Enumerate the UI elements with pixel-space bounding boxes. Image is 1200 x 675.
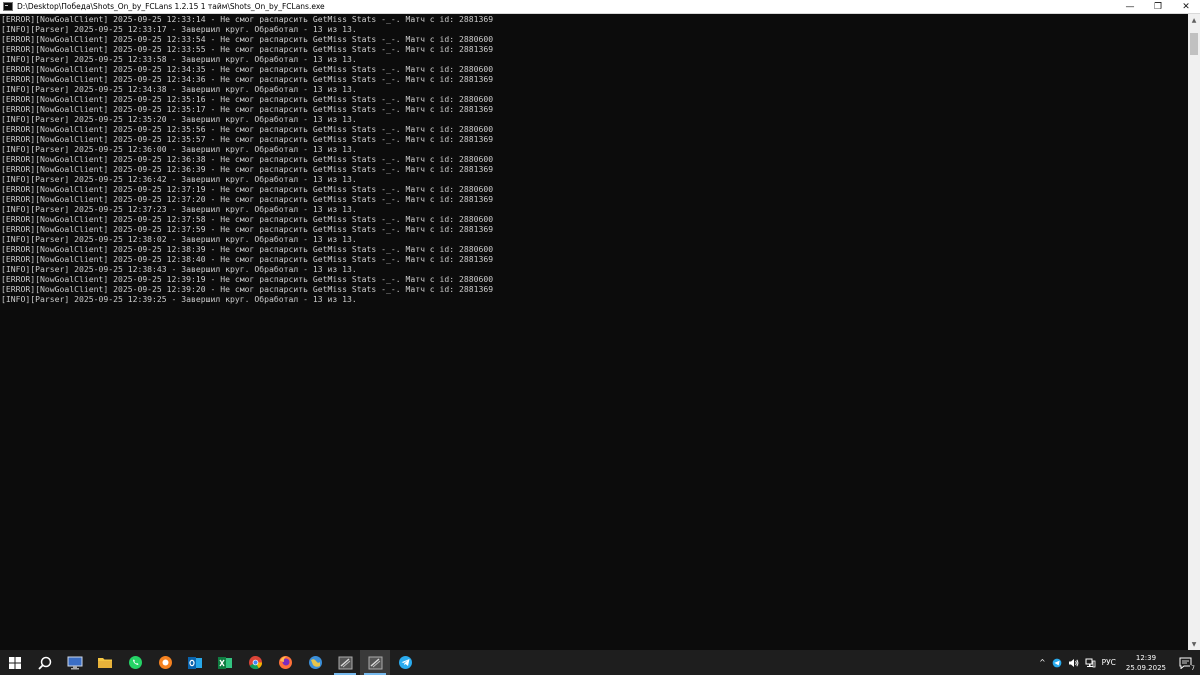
console-log-line: [ERROR][NowGoalClient] 2025-09-25 12:39:…	[1, 274, 494, 284]
console-log-line: [ERROR][NowGoalClient] 2025-09-25 12:36:…	[1, 164, 494, 174]
volume-icon[interactable]	[1065, 650, 1082, 675]
scroll-thumb[interactable]	[1190, 33, 1198, 55]
console-log-line: [ERROR][NowGoalClient] 2025-09-25 12:35:…	[1, 124, 494, 134]
notification-center-icon[interactable]: 7	[1173, 650, 1200, 675]
console-log-line: [ERROR][NowGoalClient] 2025-09-25 12:37:…	[1, 214, 494, 224]
console-log-line: [ERROR][NowGoalClient] 2025-09-25 12:35:…	[1, 94, 494, 104]
console-log-line: [INFO][Parser] 2025-09-25 12:35:20 - Зав…	[1, 114, 357, 124]
console-log-line: [ERROR][NowGoalClient] 2025-09-25 12:38:…	[1, 254, 494, 264]
minimize-button[interactable]: —	[1116, 0, 1144, 14]
tray-chevron-up-icon[interactable]: ^	[1036, 650, 1048, 675]
console-app-icon[interactable]	[330, 650, 360, 675]
console-log-line: [ERROR][NowGoalClient] 2025-09-25 12:38:…	[1, 244, 494, 254]
remote-desktop-icon[interactable]	[60, 650, 90, 675]
console-log-line: [INFO][Parser] 2025-09-25 12:39:25 - Зав…	[1, 294, 357, 304]
console-log-line: [INFO][Parser] 2025-09-25 12:37:23 - Зав…	[1, 204, 357, 214]
window-title: D:\Desktop\Победа\Shots_On_by_FCLans 1.2…	[17, 2, 325, 11]
console-log-line: [ERROR][NowGoalClient] 2025-09-25 12:37:…	[1, 194, 494, 204]
console-log-line: [ERROR][NowGoalClient] 2025-09-25 12:33:…	[1, 34, 494, 44]
windows-start-icon[interactable]	[0, 650, 30, 675]
system-tray: ^ РУС 12:39 25.09.2025 7	[1036, 650, 1200, 675]
firefox-icon[interactable]	[270, 650, 300, 675]
console-log-line: [INFO][Parser] 2025-09-25 12:36:00 - Зав…	[1, 144, 357, 154]
console-app-icon	[3, 2, 13, 11]
console-output[interactable]: [ERROR][NowGoalClient] 2025-09-25 12:33:…	[0, 14, 1188, 650]
console-log-line: [INFO][Parser] 2025-09-25 12:38:43 - Зав…	[1, 264, 357, 274]
input-language-indicator[interactable]: РУС	[1099, 650, 1119, 675]
notification-count-badge: 7	[1190, 665, 1196, 672]
console-log-line: [INFO][Parser] 2025-09-25 12:34:38 - Зав…	[1, 84, 357, 94]
taskbar: ^ РУС 12:39 25.09.2025 7	[0, 650, 1200, 675]
network-icon[interactable]	[1082, 650, 1099, 675]
window-controls: — ❐ ✕	[1116, 0, 1200, 14]
console-log-line: [ERROR][NowGoalClient] 2025-09-25 12:37:…	[1, 184, 494, 194]
excel-icon[interactable]	[210, 650, 240, 675]
search-icon[interactable]	[30, 650, 60, 675]
console-log-line: [INFO][Parser] 2025-09-25 12:36:42 - Зав…	[1, 174, 357, 184]
maximize-button[interactable]: ❐	[1144, 0, 1172, 14]
console-log-line: [ERROR][NowGoalClient] 2025-09-25 12:33:…	[1, 14, 494, 24]
clock-date: 25.09.2025	[1125, 663, 1166, 672]
clock-time: 12:39	[1135, 653, 1157, 662]
console-log-line: [ERROR][NowGoalClient] 2025-09-25 12:33:…	[1, 44, 494, 54]
console-log-line: [INFO][Parser] 2025-09-25 12:38:02 - Зав…	[1, 234, 357, 244]
console-log-line: [ERROR][NowGoalClient] 2025-09-25 12:35:…	[1, 104, 494, 114]
console-log-line: [ERROR][NowGoalClient] 2025-09-25 12:39:…	[1, 284, 494, 294]
console-log-line: [ERROR][NowGoalClient] 2025-09-25 12:34:…	[1, 64, 494, 74]
close-button[interactable]: ✕	[1172, 0, 1200, 14]
scroll-down-arrow-icon[interactable]: ▼	[1188, 638, 1200, 650]
window-titlebar[interactable]: D:\Desktop\Победа\Shots_On_by_FCLans 1.2…	[0, 0, 1200, 14]
telegram-tray-icon[interactable]	[1049, 650, 1065, 675]
console-log-line: [ERROR][NowGoalClient] 2025-09-25 12:34:…	[1, 74, 494, 84]
taskbar-clock[interactable]: 12:39 25.09.2025	[1119, 650, 1173, 675]
scroll-up-arrow-icon[interactable]: ▲	[1188, 14, 1200, 26]
console-log-line: [ERROR][NowGoalClient] 2025-09-25 12:35:…	[1, 134, 494, 144]
globe-app-icon[interactable]	[300, 650, 330, 675]
orange-app-icon[interactable]	[150, 650, 180, 675]
file-explorer-icon[interactable]	[90, 650, 120, 675]
chrome-icon[interactable]	[240, 650, 270, 675]
vertical-scrollbar[interactable]: ▲ ▼	[1188, 14, 1200, 650]
console-log-line: [INFO][Parser] 2025-09-25 12:33:58 - Зав…	[1, 54, 357, 64]
console-log-line: [ERROR][NowGoalClient] 2025-09-25 12:36:…	[1, 154, 494, 164]
console-app-active-icon[interactable]	[360, 650, 390, 675]
console-log-line: [INFO][Parser] 2025-09-25 12:33:17 - Зав…	[1, 24, 357, 34]
console-log-line: [ERROR][NowGoalClient] 2025-09-25 12:37:…	[1, 224, 494, 234]
whatsapp-icon[interactable]	[120, 650, 150, 675]
telegram-icon[interactable]	[390, 650, 420, 675]
outlook-icon[interactable]	[180, 650, 210, 675]
